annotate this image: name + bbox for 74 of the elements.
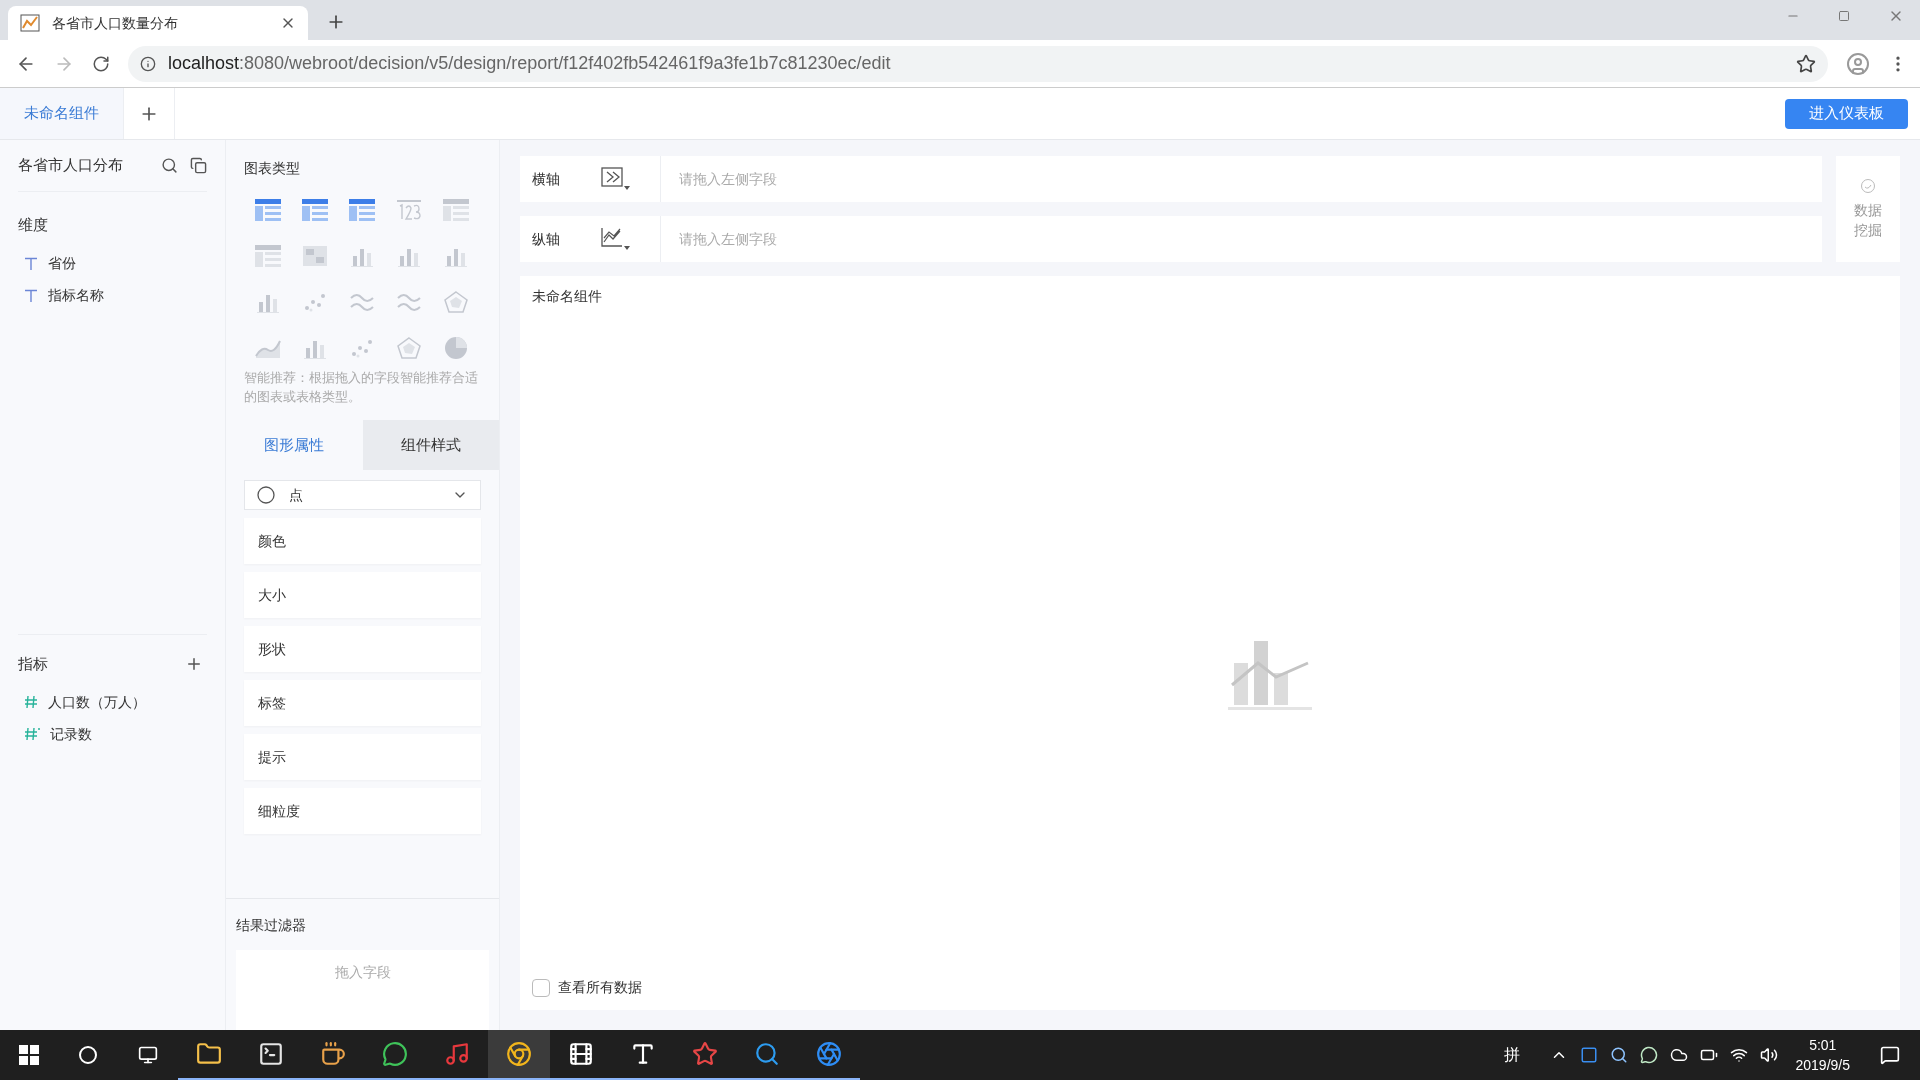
- music-note-icon: [444, 1041, 470, 1067]
- property-item[interactable]: 细粒度: [244, 788, 481, 834]
- coffee-cup-icon: [320, 1041, 346, 1067]
- tab-title: 各省市人口数量分布: [52, 13, 179, 33]
- restore-icon[interactable]: [1838, 10, 1850, 22]
- text-app-icon: [630, 1041, 656, 1067]
- search-app-icon: [754, 1041, 780, 1067]
- component-tab[interactable]: 未命名组件: [0, 88, 123, 139]
- field-item[interactable]: 记录数: [18, 723, 207, 745]
- clock[interactable]: 5:01 2019/9/5: [1795, 1035, 1850, 1075]
- circle-search-icon[interactable]: [78, 1045, 98, 1065]
- text-field-icon: [24, 256, 38, 271]
- film-icon: [568, 1041, 594, 1067]
- address-bar[interactable]: localhost:8080/webroot/decision/v5/design/report/f12f402fb542461f9a3fe1b7c81230ec/edit: [128, 45, 1828, 82]
- property-item[interactable]: 标签: [244, 680, 481, 726]
- table-icon[interactable]: [300, 198, 329, 222]
- url-text: localhost:8080/webroot/decision/v5/design/report/f12f402fb542461f9a3fe1b7c81230ec/edit: [168, 52, 892, 75]
- dataset-title: 各省市人口分布: [18, 155, 124, 176]
- chat-bubble-icon[interactable]: [1639, 1046, 1658, 1064]
- table-icon[interactable]: [253, 198, 282, 222]
- hash-icon: [24, 727, 40, 741]
- chart-favicon-icon: [20, 14, 40, 32]
- property-item[interactable]: 大小: [244, 572, 481, 618]
- tray-app-icon[interactable]: [1579, 1046, 1598, 1064]
- field-item[interactable]: 省份: [18, 252, 207, 275]
- folder-icon: [196, 1041, 222, 1067]
- checkbox-label: 查看所有数据: [558, 978, 642, 997]
- profile-icon[interactable]: [1846, 51, 1870, 76]
- tray-search-icon[interactable]: [1609, 1046, 1628, 1064]
- chat-bubble-icon: [382, 1041, 408, 1067]
- field-item[interactable]: 人口数（万人）: [18, 691, 207, 713]
- mark-type-dropdown[interactable]: 点: [244, 480, 481, 510]
- axis-drop-zone[interactable]: 横轴 请拖入左侧字段: [520, 156, 1822, 202]
- section-label: 维度: [18, 215, 49, 235]
- search-icon[interactable]: [161, 157, 178, 174]
- bookmark-star-icon[interactable]: [1796, 53, 1816, 74]
- info-icon: [140, 55, 156, 72]
- table-icon[interactable]: [348, 198, 376, 222]
- component-title: 未命名组件: [532, 287, 603, 306]
- wifi-icon[interactable]: [1729, 1046, 1748, 1064]
- axis-type-icon[interactable]: [600, 226, 630, 252]
- text-field-icon: [24, 288, 38, 303]
- axis-drop-zone[interactable]: 纵轴 请拖入左侧字段: [520, 216, 1822, 262]
- mining-icon: [1860, 178, 1876, 194]
- volume-icon[interactable]: [1759, 1046, 1778, 1064]
- property-item[interactable]: 形状: [244, 626, 481, 672]
- property-item[interactable]: 提示: [244, 734, 481, 780]
- show-all-checkbox[interactable]: [532, 978, 550, 997]
- cloud-icon[interactable]: [1669, 1046, 1688, 1064]
- windows-logo-icon[interactable]: [19, 1045, 39, 1065]
- reload-icon[interactable]: [92, 54, 110, 73]
- copy-icon[interactable]: [190, 157, 207, 174]
- hint-text: 智能推荐：根据拖入的字段智能推荐合适的图表或表格类型。: [244, 369, 479, 406]
- aperture-icon: [816, 1041, 842, 1067]
- notification-icon[interactable]: [1880, 1045, 1900, 1065]
- enter-dashboard-button[interactable]: 进入仪表板: [1785, 98, 1908, 129]
- axis-label: 纵轴: [531, 229, 561, 249]
- browser-icon: [506, 1041, 532, 1067]
- axis-type-icon[interactable]: [600, 166, 630, 192]
- browser-tab[interactable]: 各省市人口数量分布: [8, 6, 308, 40]
- taskbar-app[interactable]: [488, 1030, 550, 1080]
- ime-indicator[interactable]: 拼: [1503, 1043, 1520, 1067]
- hash-icon: [24, 695, 38, 709]
- task-view-icon[interactable]: [138, 1045, 158, 1065]
- property-item[interactable]: 颜色: [244, 518, 481, 564]
- panel-title: 图表类型: [244, 160, 300, 176]
- star-icon: [692, 1041, 718, 1067]
- field-item[interactable]: 指标名称: [18, 284, 207, 307]
- axis-label: 横轴: [531, 169, 561, 189]
- circle-icon: [257, 486, 275, 504]
- property-tab[interactable]: 组件样式: [362, 420, 499, 470]
- section-label: 指标: [18, 653, 49, 674]
- filter-title: 结果过滤器: [236, 916, 307, 935]
- terminal-icon: [258, 1041, 284, 1067]
